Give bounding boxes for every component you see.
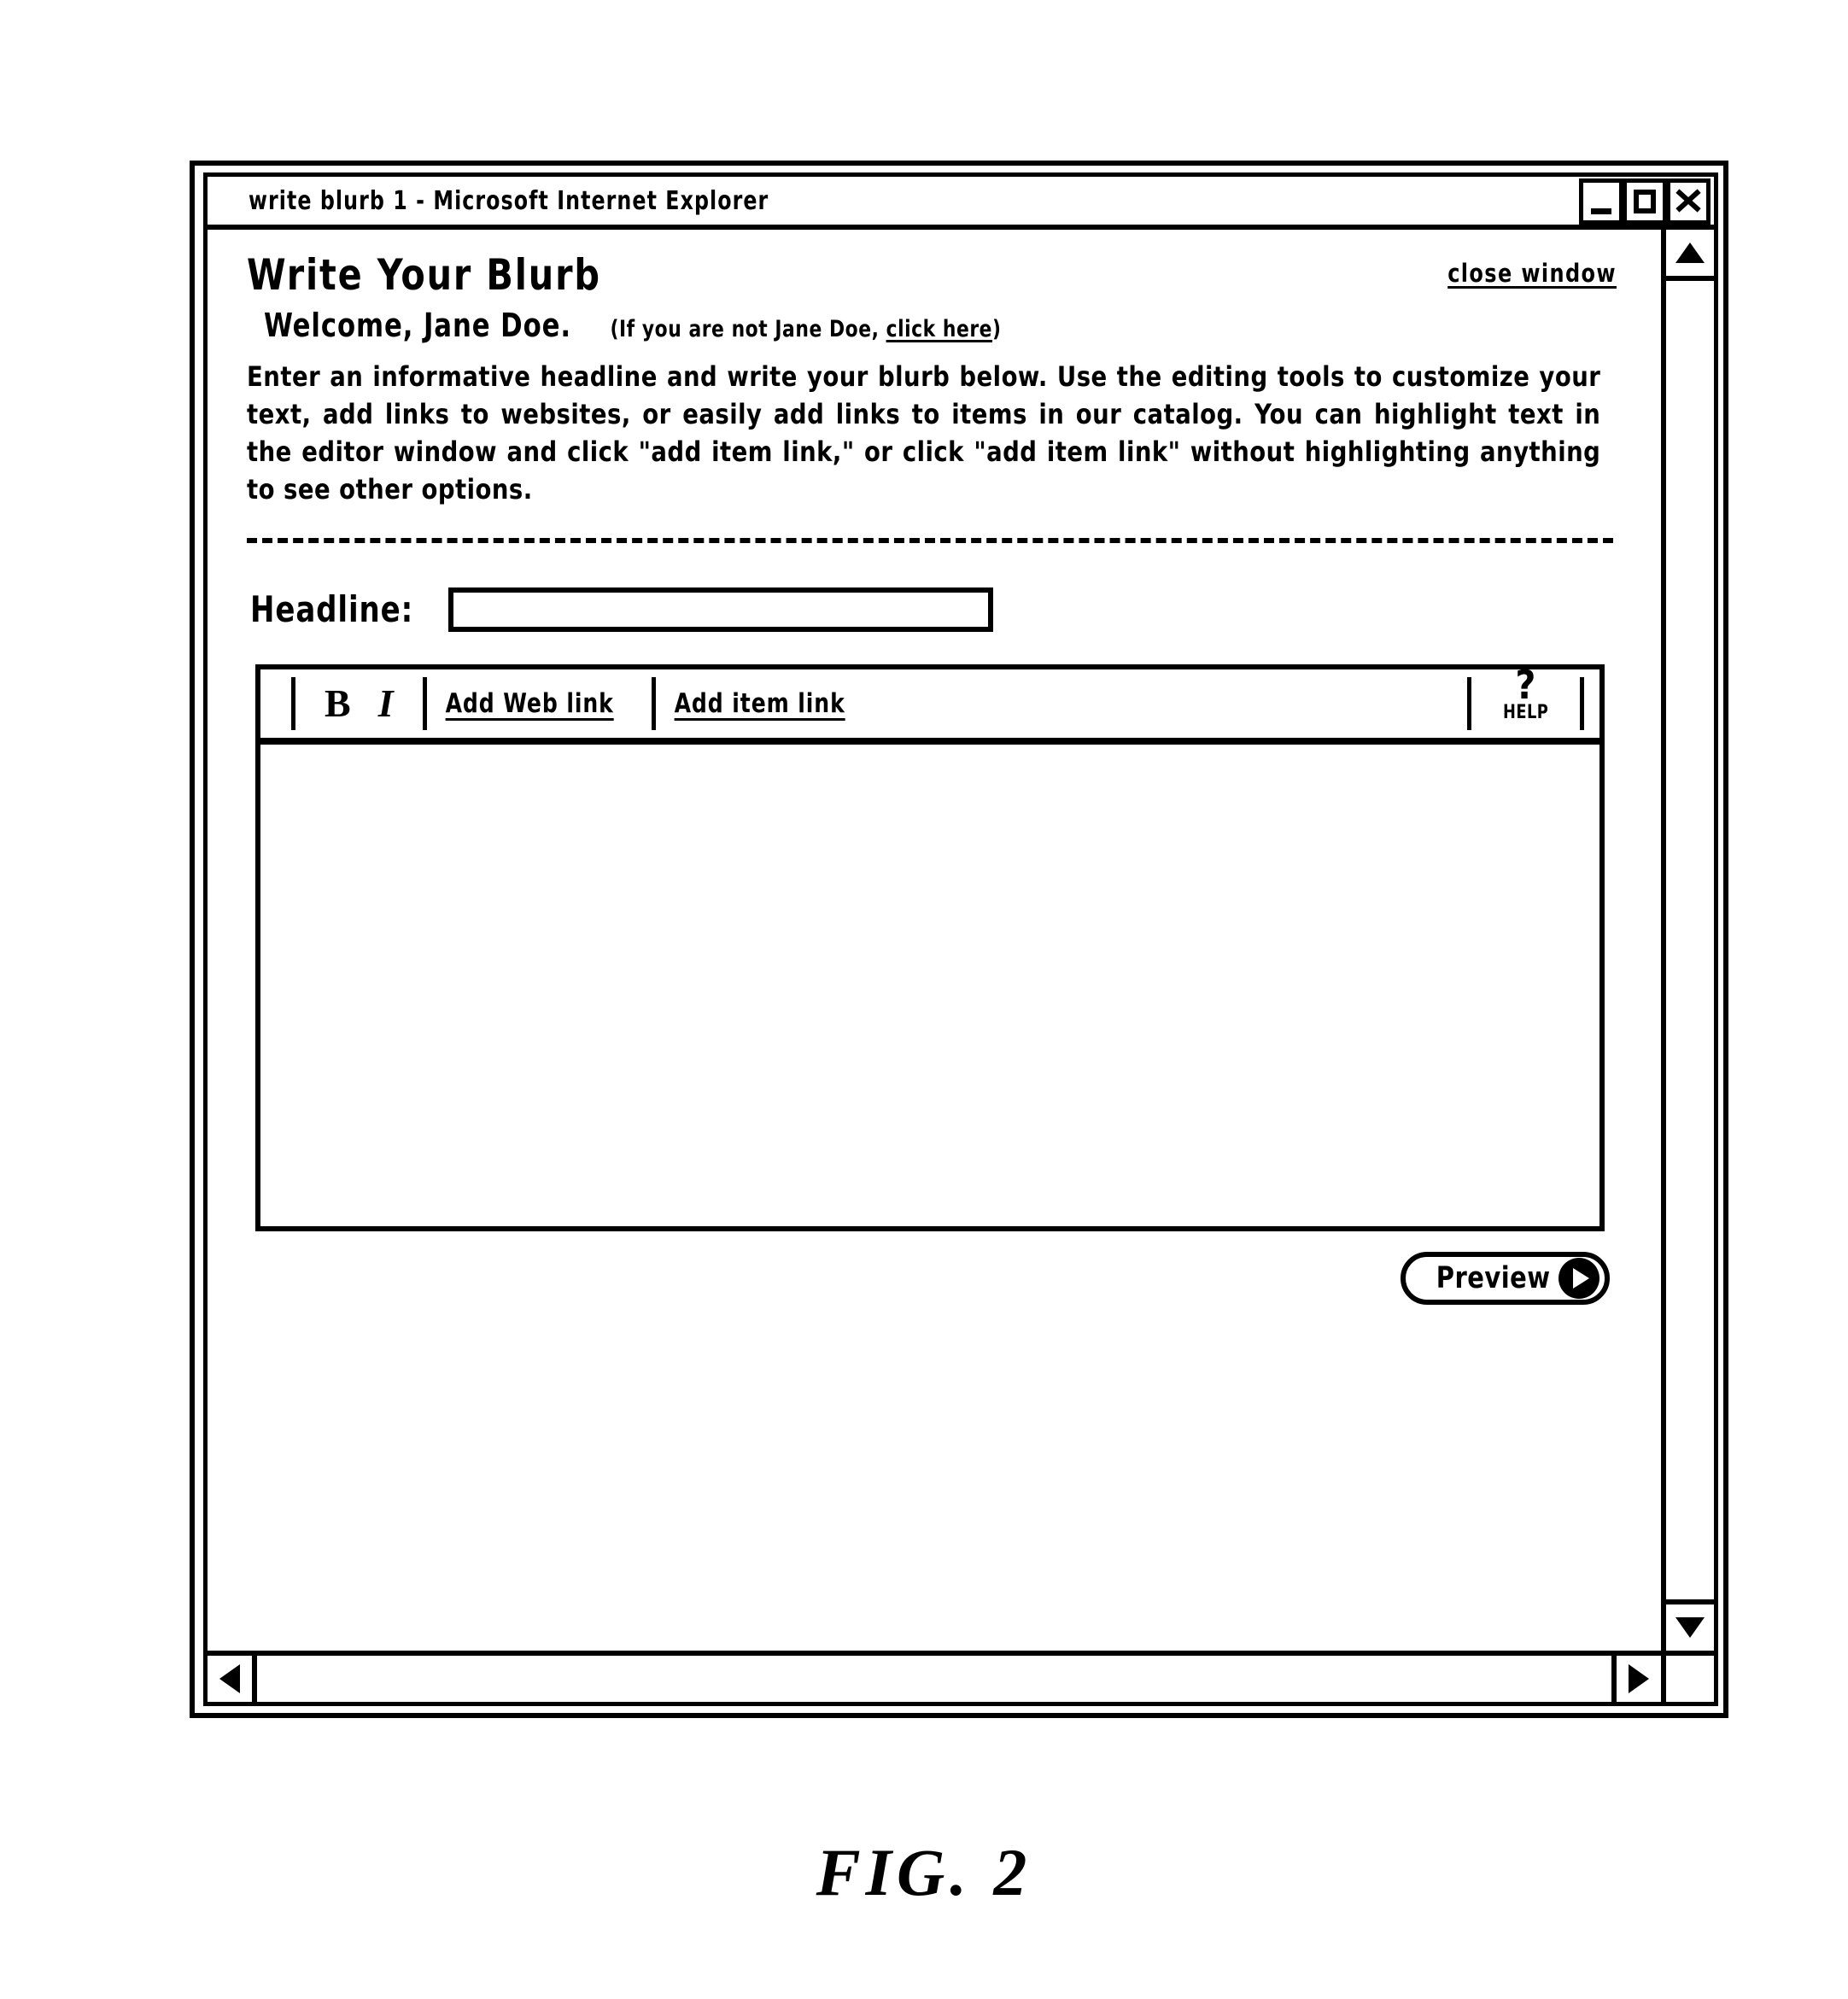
- toolbar-separator: [1466, 676, 1471, 730]
- browser-window-inner-frame: write blurb 1 - Microsoft Internet Explo…: [203, 172, 1718, 1706]
- page-title: Write Your Blurb: [247, 250, 601, 300]
- add-web-link-button[interactable]: Add Web link: [442, 688, 617, 719]
- scroll-up-button[interactable]: [1666, 230, 1714, 281]
- add-item-link-button[interactable]: Add item link: [671, 688, 848, 719]
- scroll-right-button[interactable]: [1611, 1656, 1661, 1702]
- blurb-text-area[interactable]: [260, 744, 1599, 1226]
- horizontal-scroll-track[interactable]: [257, 1656, 1611, 1702]
- toolbar-separator: [651, 676, 656, 730]
- toolbar-separator: [1580, 676, 1584, 730]
- toolbar-separator: [291, 676, 295, 730]
- toolbar-separator: [422, 676, 427, 730]
- maximize-icon: [1634, 190, 1656, 213]
- vertical-scrollbar[interactable]: [1661, 230, 1714, 1651]
- scrollbar-corner: [1661, 1651, 1714, 1702]
- close-window-link[interactable]: close window: [1447, 259, 1617, 288]
- title-bar: write blurb 1 - Microsoft Internet Explo…: [208, 177, 1714, 230]
- blurb-editor: B I Add Web link Add item link ? HELP: [255, 662, 1605, 1231]
- close-button[interactable]: [1666, 178, 1711, 225]
- bold-button[interactable]: B: [311, 683, 365, 723]
- welcome-row: Welcome, Jane Doe. (If you are not Jane …: [247, 307, 1627, 344]
- help-button[interactable]: ? HELP: [1487, 662, 1564, 723]
- play-arrow-icon: [1559, 1257, 1599, 1299]
- question-mark-icon: ?: [1515, 662, 1536, 709]
- figure-caption: FIG. 2: [816, 1835, 1032, 1909]
- browser-window: write blurb 1 - Microsoft Internet Explo…: [190, 161, 1728, 1718]
- triangle-left-icon: [219, 1664, 240, 1693]
- horizontal-scrollbar[interactable]: [208, 1651, 1661, 1702]
- italic-button[interactable]: I: [365, 683, 407, 723]
- section-divider: [247, 537, 1613, 543]
- welcome-greeting: Welcome, Jane Doe.: [264, 307, 571, 344]
- client-row: Write Your Blurb close window Welcome, J…: [208, 230, 1714, 1651]
- welcome-note: (If you are not Jane Doe, click here): [610, 316, 1001, 342]
- scroll-left-button[interactable]: [208, 1656, 257, 1702]
- headline-field-row: Headline:: [250, 587, 1627, 632]
- triangle-down-icon: [1675, 1617, 1705, 1638]
- editor-toolbar: B I Add Web link Add item link ? HELP: [260, 662, 1599, 745]
- click-here-link[interactable]: click here: [886, 316, 992, 342]
- minimize-button[interactable]: [1579, 178, 1623, 225]
- bottom-scroll-row: [208, 1651, 1714, 1702]
- triangle-right-icon: [1629, 1664, 1649, 1693]
- window-title: write blurb 1 - Microsoft Internet Explo…: [249, 185, 769, 216]
- preview-button-label: Preview: [1436, 1260, 1551, 1295]
- help-label: HELP: [1502, 701, 1549, 723]
- preview-button-row: Preview: [255, 1251, 1610, 1305]
- minimize-icon: [1591, 208, 1611, 214]
- preview-button[interactable]: Preview: [1400, 1251, 1610, 1305]
- intro-paragraph: Enter an informative headline and write …: [247, 360, 1601, 506]
- welcome-note-prefix: (If you are not Jane Doe,: [610, 316, 886, 342]
- headline-input[interactable]: [448, 587, 994, 632]
- maximize-button[interactable]: [1623, 178, 1667, 225]
- vertical-scroll-track[interactable]: [1666, 281, 1714, 1599]
- window-controls: [1579, 178, 1711, 225]
- headline-label: Headline:: [250, 588, 414, 631]
- client-area: Write Your Blurb close window Welcome, J…: [208, 230, 1714, 1702]
- triangle-up-icon: [1675, 243, 1705, 263]
- page-content: Write Your Blurb close window Welcome, J…: [208, 230, 1661, 1651]
- welcome-note-suffix: ): [992, 316, 1002, 342]
- scroll-down-button[interactable]: [1666, 1599, 1714, 1651]
